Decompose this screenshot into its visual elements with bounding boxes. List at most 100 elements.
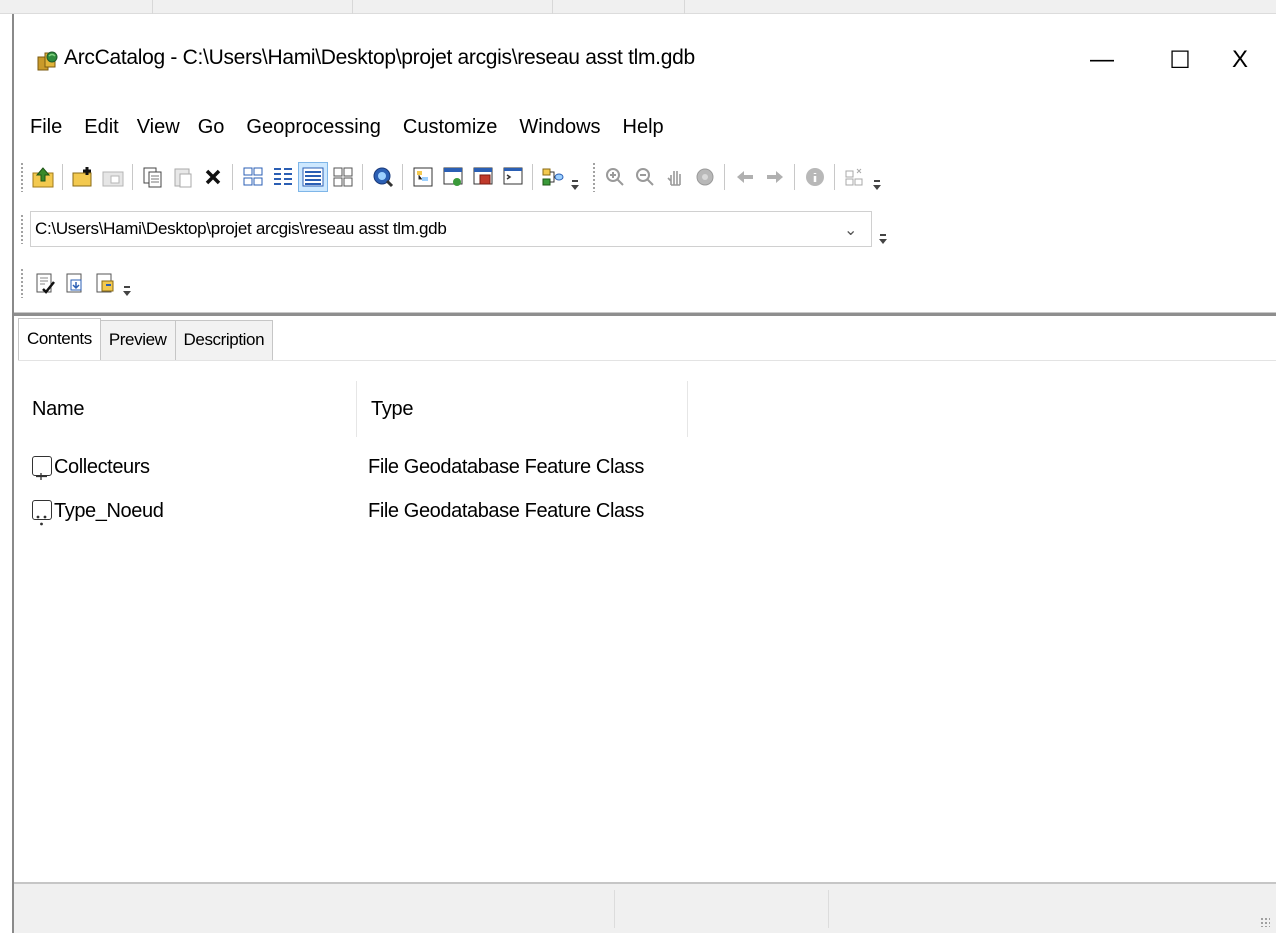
thumbnails-button[interactable]	[328, 162, 358, 192]
pan-icon	[667, 171, 681, 186]
catalog-tree-button[interactable]	[408, 162, 438, 192]
modelbuilder-icon	[542, 168, 564, 186]
menu-edit[interactable]: Edit	[84, 116, 118, 139]
delete-button[interactable]	[198, 162, 228, 192]
large-icons-icon	[243, 167, 263, 186]
toolbar-separator	[834, 164, 835, 190]
thumbnails-icon	[333, 167, 353, 187]
details-view-button[interactable]	[298, 162, 328, 192]
strip-divider	[684, 0, 685, 14]
export-metadata-button[interactable]	[90, 268, 120, 298]
zoom-out-button[interactable]	[630, 162, 660, 192]
search-window-button[interactable]	[438, 162, 468, 192]
back-button[interactable]	[730, 162, 760, 192]
zoom-in-icon	[606, 168, 624, 186]
toolbar-options-button[interactable]	[878, 232, 888, 248]
toolbar-grip[interactable]	[20, 214, 24, 244]
toolbar-separator	[232, 164, 233, 190]
background-window-strip	[0, 0, 1276, 14]
up-one-level-button[interactable]	[28, 162, 58, 192]
standard-toolbar	[14, 152, 1276, 204]
tab-preview[interactable]: Preview	[99, 320, 176, 360]
item-type: File Geodatabase Feature Class	[368, 456, 644, 478]
menu-view[interactable]: View	[137, 116, 180, 139]
line-feature-class-icon	[32, 456, 52, 480]
toolbar-separator	[724, 164, 725, 190]
import-metadata-button[interactable]	[60, 268, 90, 298]
catalog-tree-icon	[413, 167, 433, 187]
column-header-type[interactable]: Type	[356, 381, 688, 437]
connect-folder-icon	[72, 167, 92, 187]
toolbar-grip[interactable]	[20, 162, 24, 192]
menu-customize[interactable]: Customize	[403, 116, 497, 139]
maximize-icon: ☐	[1169, 46, 1191, 74]
strip-divider	[552, 0, 553, 14]
toolbar-grip[interactable]	[20, 268, 24, 298]
window-title: ArcCatalog - C:\Users\Hami\Desktop\proje…	[64, 46, 695, 69]
list-icon	[274, 168, 292, 185]
maximize-button[interactable]: ☐	[1150, 38, 1210, 82]
copy-button[interactable]	[138, 162, 168, 192]
toolbar-separator	[402, 164, 403, 190]
tab-description[interactable]: Description	[174, 320, 274, 360]
minimize-icon: —	[1090, 46, 1114, 73]
toolbar-separator	[532, 164, 533, 190]
menu-bar: File Edit View Go Geoprocessing Customiz…	[14, 102, 1276, 152]
toolbar-grip[interactable]	[592, 162, 596, 192]
zoom-in-button[interactable]	[600, 162, 630, 192]
menu-file[interactable]: File	[30, 116, 62, 139]
metadata-toolbar	[14, 254, 1276, 312]
arccatalog-app-icon	[37, 51, 58, 71]
list-item[interactable]: Collecteurs File Geodatabase Feature Cla…	[18, 445, 1276, 489]
create-thumbnail-button[interactable]	[840, 162, 870, 192]
search-window-icon	[443, 167, 463, 186]
contents-list: Name Type Collecteurs File Geodatabase F…	[18, 360, 1276, 880]
toolbar-separator	[132, 164, 133, 190]
toolbar-options-button[interactable]	[570, 178, 580, 194]
copy-icon	[143, 167, 162, 188]
identify-button[interactable]	[800, 162, 830, 192]
import-metadata-icon	[66, 273, 82, 293]
close-button[interactable]: X	[1210, 38, 1270, 82]
status-bar	[14, 882, 1276, 933]
chevron-down-icon[interactable]: ⌄	[844, 220, 857, 240]
export-metadata-icon	[96, 273, 114, 293]
edit-metadata-button[interactable]	[30, 268, 60, 298]
column-header-name[interactable]: Name	[18, 381, 356, 437]
paste-button[interactable]	[168, 162, 198, 192]
large-icons-button[interactable]	[238, 162, 268, 192]
arctoolbox-button[interactable]	[468, 162, 498, 192]
connect-folder-button[interactable]	[68, 162, 98, 192]
menu-help[interactable]: Help	[623, 116, 664, 139]
modelbuilder-button[interactable]	[538, 162, 568, 192]
list-view-button[interactable]	[268, 162, 298, 192]
menu-windows[interactable]: Windows	[519, 116, 600, 139]
create-thumbnail-icon	[845, 168, 863, 186]
launch-arcmap-icon	[373, 167, 394, 188]
menu-geoprocessing[interactable]: Geoprocessing	[246, 116, 381, 139]
full-extent-button[interactable]	[690, 162, 720, 192]
title-bar[interactable]: ArcCatalog - C:\Users\Hami\Desktop\proje…	[14, 14, 1276, 102]
disconnect-folder-button[interactable]	[98, 162, 128, 192]
toolbar-options-button[interactable]	[122, 284, 132, 300]
python-window-button[interactable]	[498, 162, 528, 192]
resize-grip[interactable]	[1260, 917, 1270, 927]
toolbar-options-button[interactable]	[872, 178, 882, 194]
launch-arcmap-button[interactable]	[368, 162, 398, 192]
paste-icon	[174, 168, 192, 188]
location-input[interactable]: C:\Users\Hami\Desktop\projet arcgis\rese…	[30, 211, 872, 247]
pan-button[interactable]	[660, 162, 690, 192]
point-feature-class-icon	[32, 500, 52, 526]
tab-contents[interactable]: Contents	[18, 318, 101, 360]
back-icon	[737, 171, 753, 183]
arctoolbox-icon	[473, 167, 493, 185]
forward-button[interactable]	[760, 162, 790, 192]
delete-icon	[205, 169, 221, 185]
menu-go[interactable]: Go	[198, 116, 225, 139]
identify-icon	[806, 168, 824, 186]
python-window-icon	[503, 167, 523, 185]
pane-divider[interactable]	[14, 312, 1276, 316]
strip-divider	[352, 0, 353, 14]
list-item[interactable]: Type_Noeud File Geodatabase Feature Clas…	[18, 489, 1276, 533]
minimize-button[interactable]: —	[1072, 38, 1132, 82]
